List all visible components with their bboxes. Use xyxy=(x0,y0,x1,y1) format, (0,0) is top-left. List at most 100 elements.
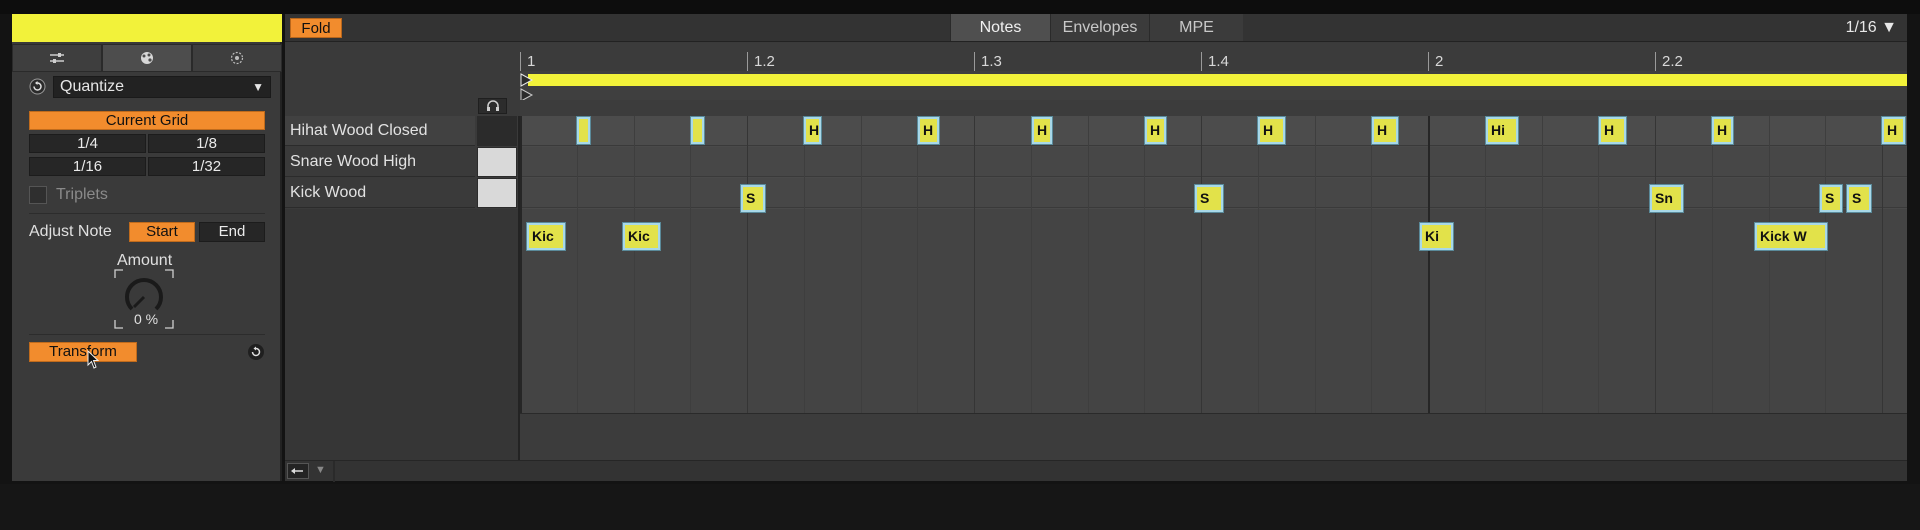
note-kick[interactable]: Kic xyxy=(622,222,661,251)
note-snare[interactable]: Sn xyxy=(1649,184,1684,213)
tab-notes[interactable]: Notes xyxy=(950,14,1050,41)
ruler-tick xyxy=(1201,52,1202,71)
editor-toolbar: Fold Notes Envelopes MPE 1/16 ▼ xyxy=(285,14,1907,42)
lane-name-kick[interactable]: Kick Wood xyxy=(285,178,475,208)
panel-tabs xyxy=(12,44,282,72)
note-kick[interactable]: Ki xyxy=(1419,222,1454,251)
sliders-icon xyxy=(50,53,64,63)
grid-size-value: 1/16 xyxy=(1845,19,1877,36)
tab-palette[interactable] xyxy=(102,44,192,72)
note-snare[interactable]: S xyxy=(1819,184,1843,213)
empty-grid[interactable] xyxy=(520,209,1907,413)
chevron-down-icon[interactable]: ▼ xyxy=(315,464,326,476)
grid-line xyxy=(1258,116,1259,413)
grid-line xyxy=(520,116,522,413)
note-hihat[interactable] xyxy=(576,116,591,145)
note-snare[interactable]: S xyxy=(1194,184,1224,213)
ruler-label: 1.2 xyxy=(754,53,775,70)
arrow-left-icon xyxy=(291,468,303,474)
divider xyxy=(29,213,265,214)
pad-snare[interactable] xyxy=(477,147,517,177)
grid-line xyxy=(1031,116,1032,413)
grid-1-16-button[interactable]: 1/16 xyxy=(29,157,146,176)
grid-line xyxy=(1882,116,1883,413)
grid-line xyxy=(1201,116,1202,413)
grid-size-select[interactable]: 1/16 ▼ xyxy=(1846,14,1897,41)
lane-name-hihat[interactable]: Hihat Wood Closed xyxy=(285,116,475,146)
grid-line xyxy=(747,116,748,413)
note-hihat[interactable]: H xyxy=(1598,116,1627,145)
pad-kick[interactable] xyxy=(477,178,517,208)
grid-line xyxy=(1712,116,1713,413)
grid-line xyxy=(634,116,635,413)
refresh-icon[interactable] xyxy=(29,78,46,95)
chevron-down-icon: ▼ xyxy=(252,80,264,94)
grid-line xyxy=(1371,116,1372,413)
grid-line xyxy=(917,116,918,413)
note-hihat[interactable]: Hi xyxy=(1485,116,1519,145)
note-kick[interactable]: Kic xyxy=(526,222,566,251)
note-hihat[interactable]: H xyxy=(1371,116,1399,145)
amount-value: 0 % xyxy=(134,311,159,327)
preview-toggle[interactable] xyxy=(478,98,507,114)
current-grid-button[interactable]: Current Grid xyxy=(29,111,265,130)
grid-line xyxy=(1485,116,1486,413)
note-kick[interactable]: Kick W xyxy=(1754,222,1828,251)
grid-line xyxy=(1088,116,1089,413)
quantize-select-value: Quantize xyxy=(60,78,125,95)
end-button[interactable]: End xyxy=(199,222,265,242)
ruler-tick xyxy=(520,52,521,71)
grid-line xyxy=(1825,116,1826,413)
tab-envelopes[interactable]: Envelopes xyxy=(1050,14,1149,41)
fold-button[interactable]: Fold xyxy=(290,18,342,38)
grid-line xyxy=(1542,116,1543,413)
adjust-note-label: Adjust Note xyxy=(29,223,112,240)
lane-snare[interactable] xyxy=(520,147,1907,177)
mouse-cursor-icon xyxy=(87,350,100,369)
divider xyxy=(333,461,335,482)
editor-footer: ▼ xyxy=(285,460,1907,482)
note-hihat[interactable]: H xyxy=(1881,116,1906,145)
note-grid[interactable]: 1 1.2 1.3 1.4 2 2.2 H H H H H H Hi H H H… xyxy=(520,43,1907,460)
reset-icon[interactable] xyxy=(247,343,265,361)
grid-1-4-button[interactable]: 1/4 xyxy=(29,134,146,153)
quantize-select[interactable]: Quantize ▼ xyxy=(53,76,271,98)
note-hihat[interactable]: H xyxy=(1257,116,1286,145)
ruler-tick xyxy=(747,52,748,71)
note-hihat[interactable]: H xyxy=(1144,116,1167,145)
ruler-label: 1.3 xyxy=(981,53,1002,70)
lane-hihat[interactable] xyxy=(520,116,1907,146)
ruler-tick xyxy=(1428,52,1429,71)
start-button[interactable]: Start xyxy=(129,222,195,242)
tab-sliders[interactable] xyxy=(12,44,102,72)
lane-name-snare[interactable]: Snare Wood High xyxy=(285,147,475,177)
note-hihat[interactable]: H xyxy=(1031,116,1053,145)
triplets-checkbox[interactable] xyxy=(29,186,47,204)
grid-1-32-button[interactable]: 1/32 xyxy=(148,157,265,176)
top-strip xyxy=(0,0,1920,14)
pad-hihat[interactable] xyxy=(477,116,517,146)
lane-empty-area xyxy=(285,209,518,460)
loop-brace[interactable] xyxy=(528,74,1907,86)
grid-line xyxy=(577,116,578,413)
note-snare[interactable]: S xyxy=(740,184,766,213)
tab-target[interactable] xyxy=(192,44,282,72)
note-snare[interactable]: S xyxy=(1846,184,1872,213)
target-icon xyxy=(230,51,244,65)
transform-button[interactable]: Transform xyxy=(29,342,137,362)
note-hihat[interactable]: H xyxy=(803,116,822,145)
ruler-tick xyxy=(974,52,975,71)
ruler-label: 1 xyxy=(527,53,536,70)
tab-mpe[interactable]: MPE xyxy=(1149,14,1243,41)
note-hihat[interactable]: H xyxy=(917,116,940,145)
grid-line xyxy=(974,116,975,413)
beat-ruler[interactable]: 1 1.2 1.3 1.4 2 2.2 xyxy=(520,43,1907,71)
midi-note-editor: Fold Notes Envelopes MPE 1/16 ▼ Hihat Wo… xyxy=(285,14,1907,482)
marker-lane xyxy=(520,100,1907,117)
fold-lanes-button[interactable] xyxy=(287,463,309,479)
bottom-status-strip xyxy=(0,484,1920,530)
note-hihat[interactable] xyxy=(690,116,705,145)
grid-1-8-button[interactable]: 1/8 xyxy=(148,134,265,153)
note-hihat[interactable]: H xyxy=(1711,116,1734,145)
clip-color-bar[interactable] xyxy=(12,14,282,42)
